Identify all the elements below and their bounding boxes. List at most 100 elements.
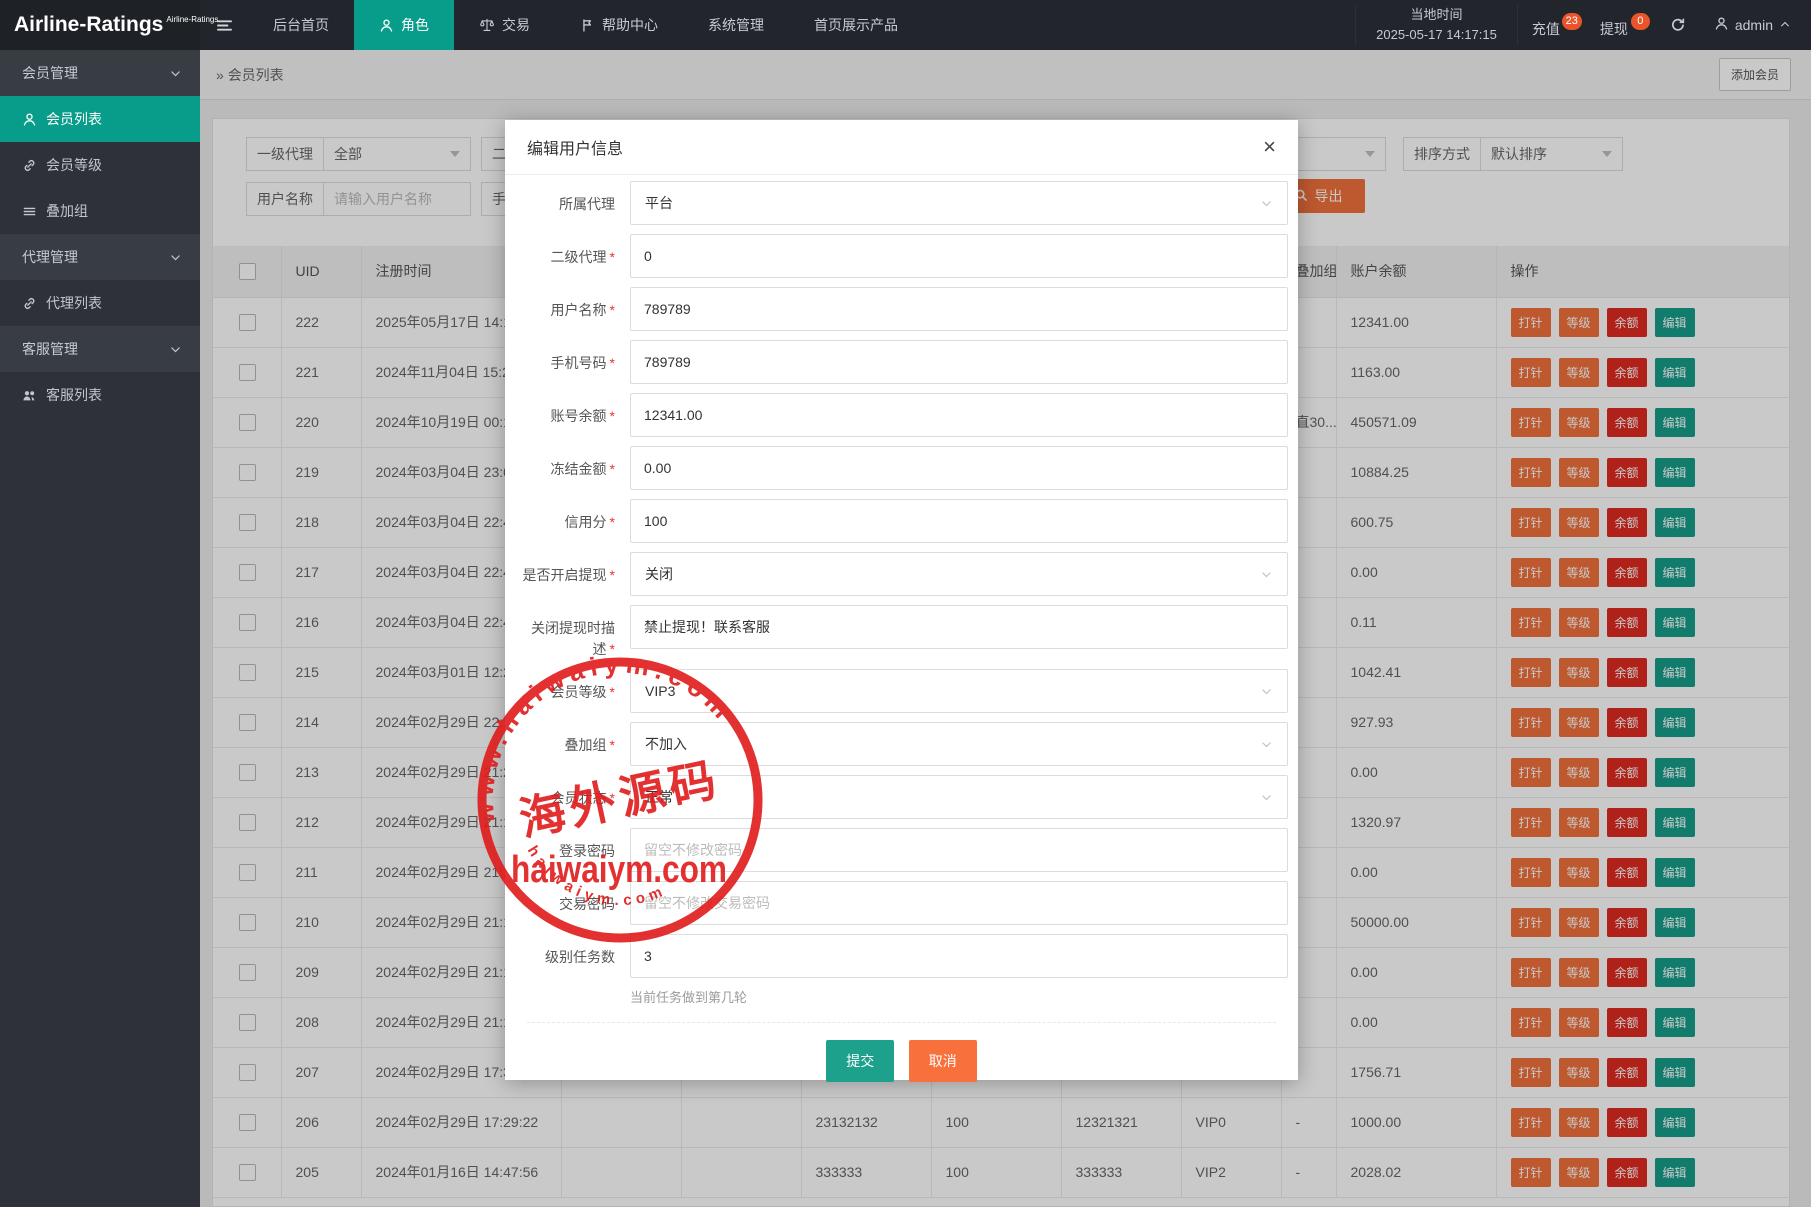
users-icon bbox=[22, 388, 37, 403]
field-select-会员等级[interactable]: VIP3 bbox=[630, 669, 1288, 713]
nav-item[interactable]: 交易 bbox=[454, 0, 555, 50]
submit-button[interactable]: 提交 bbox=[826, 1040, 894, 1082]
field-control: 平台 bbox=[630, 181, 1288, 225]
field-label: 级别任务数 bbox=[519, 934, 615, 1006]
nav-item[interactable]: 后台首页 bbox=[248, 0, 354, 50]
field-select-是否开启提现[interactable]: 关闭 bbox=[630, 552, 1288, 596]
field-label-text: 叠加组 bbox=[565, 737, 607, 753]
nav-item[interactable]: 首页展示产品 bbox=[789, 0, 923, 50]
user-menu[interactable]: admin bbox=[1702, 16, 1811, 34]
sidebar-item[interactable]: 客服列表 bbox=[0, 372, 200, 418]
sidebar-group-label: 代理管理 bbox=[22, 247, 78, 267]
modal-header: 编辑用户信息 × bbox=[505, 120, 1298, 175]
nav-item[interactable]: 帮助中心 bbox=[555, 0, 683, 50]
chevron-down-icon bbox=[1260, 197, 1273, 210]
nav-item[interactable]: 系统管理 bbox=[683, 0, 789, 50]
field-input-交易密码[interactable] bbox=[630, 881, 1288, 925]
field-input-手机号码[interactable] bbox=[630, 340, 1288, 384]
field-input-账号余额[interactable] bbox=[630, 393, 1288, 437]
nav-item-label: 交易 bbox=[502, 15, 530, 35]
field-input-登录密码[interactable] bbox=[630, 828, 1288, 872]
form-field: 用户名称* bbox=[505, 287, 1298, 331]
nav-item-label: 系统管理 bbox=[708, 15, 764, 35]
withdraw-badge: 0 bbox=[1631, 13, 1650, 30]
flag-icon bbox=[580, 18, 595, 33]
field-control: 关闭 bbox=[630, 552, 1288, 596]
sidebar-group[interactable]: 代理管理 bbox=[0, 234, 200, 280]
edit-user-modal: 编辑用户信息 × 所属代理平台二级代理*用户名称*手机号码*账号余额*冻结金额*… bbox=[505, 120, 1298, 1080]
field-control bbox=[630, 393, 1288, 437]
field-input-用户名称[interactable] bbox=[630, 287, 1288, 331]
chevron-down-icon bbox=[1260, 568, 1273, 581]
field-label-text: 账号余额 bbox=[551, 408, 607, 424]
sidebar-item[interactable]: 代理列表 bbox=[0, 280, 200, 326]
field-label-text: 信用分 bbox=[565, 514, 607, 530]
chevron-down-icon bbox=[1260, 791, 1273, 804]
form-field: 关闭提现时描述* bbox=[505, 605, 1298, 660]
sidebar-item-label: 会员等级 bbox=[46, 155, 102, 175]
required-asterisk: * bbox=[610, 567, 615, 583]
refresh-icon[interactable] bbox=[1654, 17, 1702, 33]
field-input-二级代理[interactable] bbox=[630, 234, 1288, 278]
chevron-down-icon bbox=[1260, 685, 1273, 698]
sidebar-item[interactable]: 叠加组 bbox=[0, 188, 200, 234]
field-input-冻结金额[interactable] bbox=[630, 446, 1288, 490]
field-input-关闭提现时描述[interactable] bbox=[630, 605, 1288, 649]
field-control bbox=[630, 446, 1288, 490]
field-input-信用分[interactable] bbox=[630, 499, 1288, 543]
sidebar-item[interactable]: 会员等级 bbox=[0, 142, 200, 188]
recharge-label: 充值 bbox=[1532, 21, 1560, 37]
sidebar-item-label: 会员列表 bbox=[46, 109, 102, 129]
withdraw-menu[interactable]: 提现 0 bbox=[1586, 11, 1654, 39]
app-logo-sup: Airline-Ratings bbox=[166, 15, 218, 24]
required-asterisk: * bbox=[610, 302, 615, 318]
field-label: 交易密码 bbox=[519, 881, 615, 925]
required-asterisk: * bbox=[610, 641, 615, 657]
local-time: 当地时间 2025-05-17 14:17:15 bbox=[1355, 5, 1518, 45]
local-time-label: 当地时间 bbox=[1376, 5, 1497, 25]
field-select-会员状态[interactable]: 正常 bbox=[630, 775, 1288, 819]
required-asterisk: * bbox=[610, 514, 615, 530]
sidebar-item[interactable]: 会员列表 bbox=[0, 96, 200, 142]
form-field: 叠加组* 不加入 bbox=[505, 722, 1298, 766]
user-icon bbox=[1714, 16, 1729, 34]
form-field: 是否开启提现*关闭 bbox=[505, 552, 1298, 596]
sidebar-toggle-icon[interactable] bbox=[200, 0, 248, 50]
local-time-value: 2025-05-17 14:17:15 bbox=[1376, 25, 1497, 45]
field-control: VIP3 bbox=[630, 669, 1288, 713]
field-label-text: 登录密码 bbox=[559, 843, 615, 859]
select-value: 不加入 bbox=[645, 734, 687, 754]
field-label-text: 级别任务数 bbox=[545, 949, 615, 965]
required-asterisk: * bbox=[610, 684, 615, 700]
sidebar-group[interactable]: 客服管理 bbox=[0, 326, 200, 372]
field-input-级别任务数[interactable] bbox=[630, 934, 1288, 978]
form-field: 登录密码 bbox=[505, 828, 1298, 872]
chevron-down-icon bbox=[169, 343, 182, 356]
field-label: 叠加组* bbox=[519, 722, 615, 766]
sidebar-group-label: 会员管理 bbox=[22, 63, 78, 83]
sidebar-group-label: 客服管理 bbox=[22, 339, 78, 359]
nav-item-label: 后台首页 bbox=[273, 15, 329, 35]
form-field: 交易密码 bbox=[505, 881, 1298, 925]
sidebar-group[interactable]: 会员管理 bbox=[0, 50, 200, 96]
app-logo: Airline-Ratings Airline-Ratings bbox=[0, 0, 200, 50]
modal-body: 所属代理平台二级代理*用户名称*手机号码*账号余额*冻结金额*信用分*是否开启提… bbox=[505, 175, 1298, 1006]
field-control bbox=[630, 499, 1288, 543]
modal-footer: 提交 取消 bbox=[527, 1022, 1276, 1082]
sidebar-item-label: 叠加组 bbox=[46, 201, 88, 221]
field-select-所属代理[interactable]: 平台 bbox=[630, 181, 1288, 225]
required-asterisk: * bbox=[610, 790, 615, 806]
nav-item-label: 角色 bbox=[401, 15, 429, 35]
cancel-button[interactable]: 取消 bbox=[909, 1040, 977, 1082]
nav-item-label: 帮助中心 bbox=[602, 15, 658, 35]
sidebar-item-label: 代理列表 bbox=[46, 293, 102, 313]
form-field: 会员等级*VIP3 bbox=[505, 669, 1298, 713]
field-select-叠加组[interactable]: 不加入 bbox=[630, 722, 1288, 766]
select-value: VIP3 bbox=[645, 683, 675, 699]
close-icon[interactable]: × bbox=[1263, 136, 1276, 158]
form-field: 信用分* bbox=[505, 499, 1298, 543]
nav-item[interactable]: 角色 bbox=[354, 0, 454, 50]
recharge-menu[interactable]: 充值 23 bbox=[1518, 11, 1586, 39]
link-icon bbox=[22, 296, 37, 311]
required-asterisk: * bbox=[610, 249, 615, 265]
